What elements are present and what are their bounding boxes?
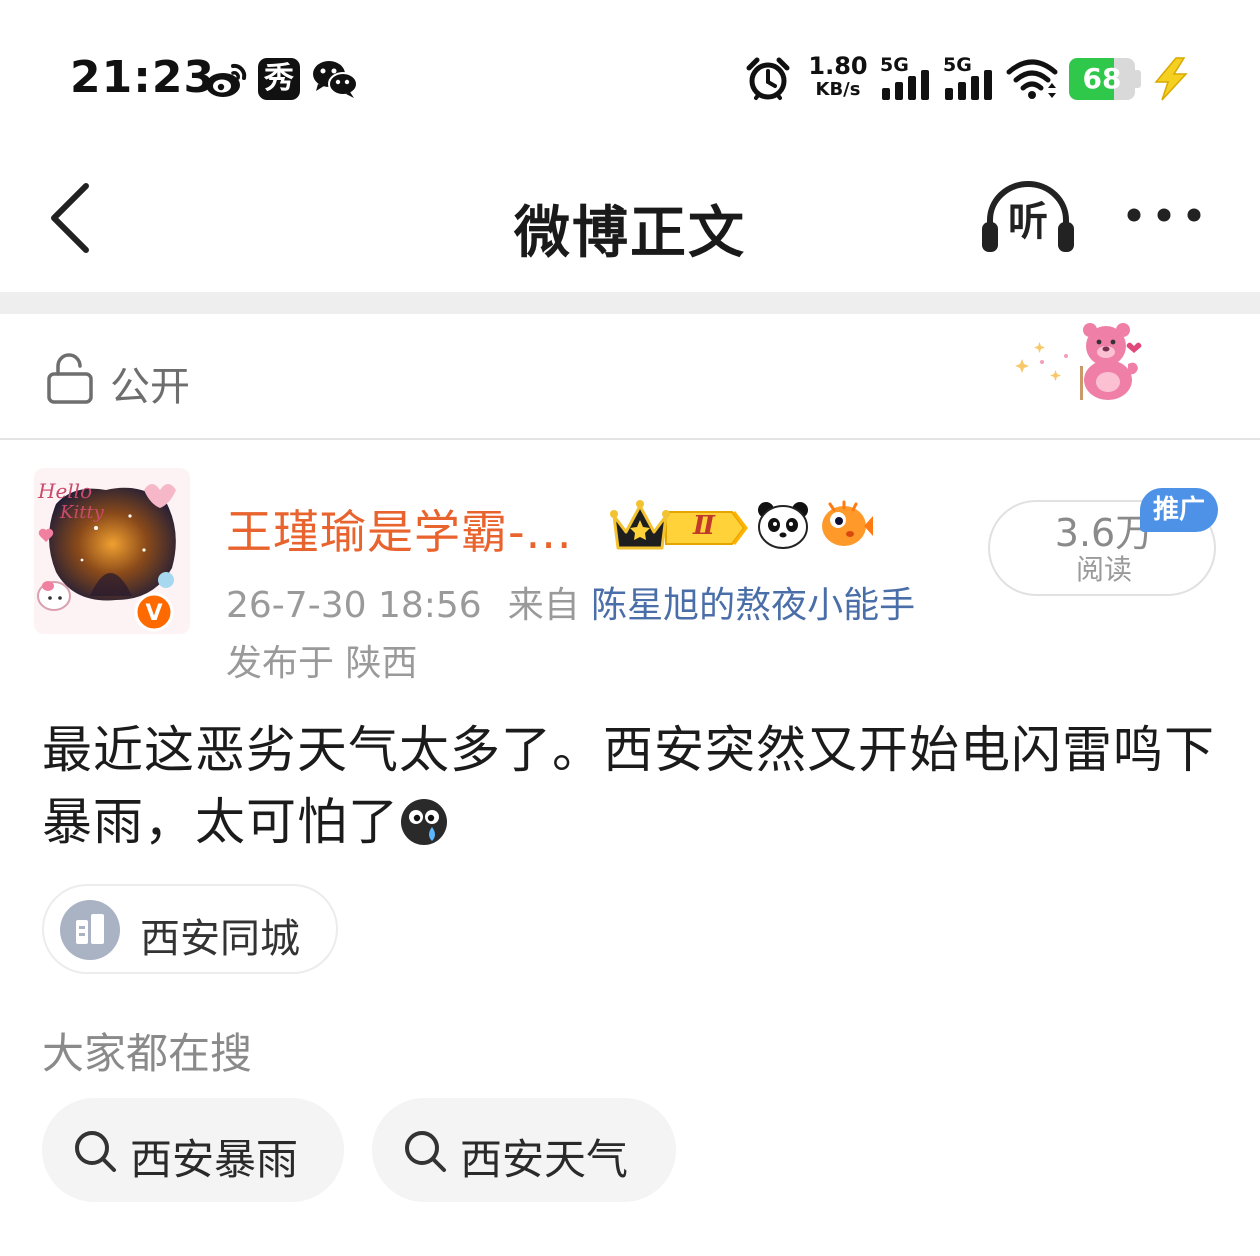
search-icon: [75, 1131, 116, 1172]
post-location: 发布于 陕西: [226, 643, 418, 684]
topic-label: 西安同城: [140, 916, 300, 962]
xiu-app-glyph: 秀: [264, 61, 294, 96]
visibility-row: 公开: [0, 314, 1260, 440]
pufferfish-icon: [822, 500, 873, 546]
network-speed-unit: KB/s: [815, 79, 861, 100]
alarm-icon: [746, 57, 790, 100]
source-prefix: 来自: [507, 585, 580, 626]
battery-body: 68: [1069, 58, 1135, 100]
status-time: 21:23: [70, 52, 216, 103]
wifi-icon: [1006, 59, 1058, 99]
crying-face-icon: [401, 799, 447, 845]
post-timestamp: 26-7-30 18:56: [226, 585, 482, 626]
avatar-image: Hello Kitty V: [34, 468, 190, 634]
search-chip[interactable]: 西安暴雨: [42, 1098, 344, 1202]
source-link[interactable]: 陈星旭的熬夜小能手: [591, 585, 915, 626]
author-badges: Ⅱ: [610, 498, 880, 554]
building-icon: [60, 900, 120, 960]
wechat-icon: [313, 61, 358, 98]
battery-level: 68: [1082, 62, 1122, 95]
signal-icon: [945, 70, 992, 100]
status-bar: 21:23 秀 1.80 KB/s 5G 5G 68: [0, 0, 1260, 150]
signal-icon: [882, 70, 929, 100]
trending-search-heading: 大家都在搜: [42, 1029, 253, 1078]
level-badge-numeral: Ⅱ: [693, 511, 715, 541]
network-speed-value: 1.80: [808, 52, 868, 80]
promote-tag[interactable]: 推广: [1140, 488, 1218, 532]
more-dots-icon[interactable]: [1124, 200, 1204, 230]
svg-text:Hello: Hello: [37, 479, 92, 503]
nav-bar: 微博正文 听: [0, 150, 1260, 292]
weibo-icon: [206, 63, 247, 97]
network-speed: 1.80 KB/s: [808, 54, 868, 102]
search-chip-label: 西安暴雨: [130, 1135, 299, 1184]
listen-button[interactable]: 听: [978, 178, 1078, 258]
listen-label: 听: [1008, 199, 1048, 245]
weibo-post-detail-screen: 21:23 秀 1.80 KB/s 5G 5G 68 微博正文 听 公开 Hel…: [0, 0, 1260, 1256]
crown-level-badge-icon[interactable]: [610, 498, 750, 554]
post-body-text: 最近这恶劣天气太多了。西安突然又开始电闪雷鸣下暴雨，太可怕了: [42, 721, 1215, 851]
battery-icon: 68: [1069, 58, 1141, 100]
search-chip-label: 西安天气: [460, 1135, 629, 1184]
topic-chip[interactable]: 西安同城: [42, 884, 338, 974]
battery-nub: [1135, 70, 1141, 88]
verified-mark: V: [145, 601, 162, 626]
panda-icon: [758, 502, 808, 549]
charging-bolt-icon: [1154, 57, 1188, 101]
author-name[interactable]: 王瑾瑜是学霸-...: [226, 496, 572, 562]
xiu-app-icon: 秀: [258, 58, 300, 100]
avatar[interactable]: Hello Kitty V: [34, 468, 190, 634]
search-icon: [405, 1131, 446, 1172]
visibility-label: 公开: [110, 364, 190, 410]
post-body: 最近这恶劣天气太多了。西安突然又开始电闪雷鸣下暴雨，太可怕了: [42, 714, 1232, 858]
svg-text:Kitty: Kitty: [59, 502, 105, 523]
read-label: 阅读: [1075, 553, 1132, 586]
bear-sticker-icon: [1015, 323, 1142, 400]
lock-open-icon: [47, 353, 93, 404]
section-divider: [0, 292, 1260, 314]
search-chip[interactable]: 西安天气: [372, 1098, 676, 1202]
post-meta: 26-7-30 18:56 来自 陈星旭的熬夜小能手: [226, 576, 915, 628]
